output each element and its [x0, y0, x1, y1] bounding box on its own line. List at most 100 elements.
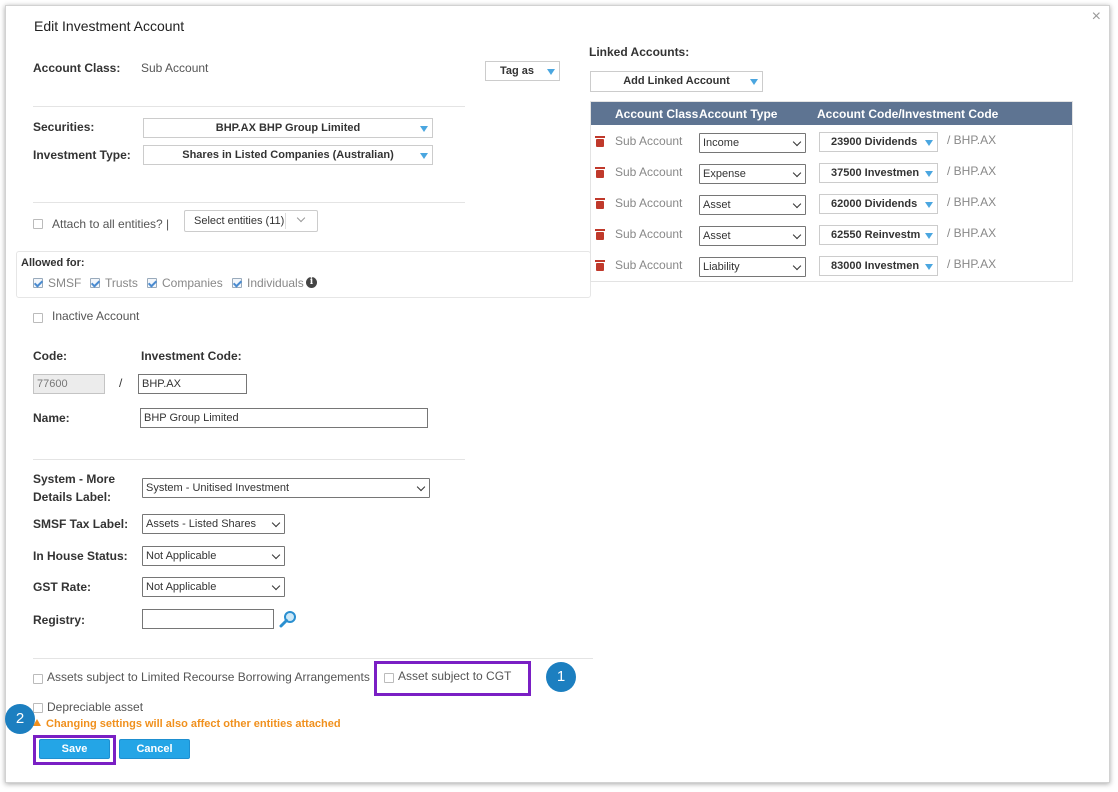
- row-account-code-value: 62550 Reinvestm: [831, 229, 921, 241]
- header-account-class: Account Class: [615, 107, 699, 121]
- smsf-tax-select[interactable]: Assets - Listed Shares: [142, 514, 285, 534]
- investment-code-input[interactable]: BHP.AX: [138, 374, 247, 394]
- row-account-type-select[interactable]: Liability: [699, 257, 806, 277]
- cancel-button[interactable]: Cancel: [119, 739, 190, 759]
- gst-rate-select[interactable]: Not Applicable: [142, 577, 285, 597]
- allowed-trusts-checkbox[interactable]: [90, 278, 100, 288]
- row-account-code-value: 83000 Investmen: [831, 260, 920, 272]
- add-linked-account-dropdown[interactable]: Add Linked Account: [590, 71, 763, 92]
- trash-icon[interactable]: [595, 167, 605, 178]
- trash-icon[interactable]: [595, 229, 605, 240]
- row-account-type-select[interactable]: Asset: [699, 226, 806, 246]
- registry-input[interactable]: [142, 609, 274, 629]
- callout-badge-1: 1: [546, 662, 576, 692]
- inactive-account-label: Inactive Account: [52, 309, 140, 323]
- row-account-type-select[interactable]: Asset: [699, 195, 806, 215]
- chevron-down-icon: [271, 550, 281, 560]
- attach-all-checkbox[interactable]: [33, 219, 43, 229]
- row-account-code-value: 23900 Dividends: [831, 136, 918, 148]
- in-house-status-label: In House Status:: [33, 549, 128, 563]
- row-account-code-dropdown[interactable]: 37500 Investmen: [819, 163, 938, 183]
- account-class-value: Sub Account: [141, 61, 209, 75]
- row-account-class: Sub Account: [615, 227, 683, 241]
- row-account-class: Sub Account: [615, 134, 683, 148]
- chevron-down-icon: [271, 581, 281, 591]
- chevron-down-icon: [296, 213, 306, 223]
- table-row: Sub Account Asset 62550 Reinvestm / BHP.…: [591, 220, 1072, 250]
- allowed-individuals-checkbox[interactable]: [232, 278, 242, 288]
- select-entities-label: Select entities (11): [194, 215, 285, 227]
- row-account-code-dropdown[interactable]: 23900 Dividends: [819, 132, 938, 152]
- row-investment-code: / BHP.AX: [947, 133, 997, 147]
- chevron-down-icon: [792, 137, 802, 147]
- code-separator: /: [119, 376, 123, 390]
- investment-type-dropdown[interactable]: Shares in Listed Companies (Australian): [143, 145, 433, 165]
- allowed-for-label: Allowed for:: [21, 257, 85, 269]
- allowed-smsf-checkbox[interactable]: [33, 278, 43, 288]
- row-account-type-value: Asset: [703, 199, 731, 211]
- cgt-checkbox[interactable]: [384, 673, 394, 683]
- row-account-code-value: 62000 Dividends: [831, 198, 918, 210]
- securities-value: BHP.AX BHP Group Limited: [215, 122, 361, 134]
- table-row: Sub Account Income 23900 Dividends / BHP…: [591, 127, 1072, 157]
- system-label-value: System - Unitised Investment: [146, 482, 290, 494]
- row-account-type-select[interactable]: Expense: [699, 164, 806, 184]
- chevron-down-icon: [750, 79, 758, 85]
- lrba-label: Assets subject to Limited Recourse Borro…: [47, 670, 370, 684]
- trash-icon[interactable]: [595, 198, 605, 209]
- row-account-type-value: Expense: [703, 168, 746, 180]
- trash-icon[interactable]: [595, 136, 605, 147]
- search-icon[interactable]: [279, 610, 297, 628]
- select-entities-button[interactable]: Select entities (11): [184, 210, 318, 232]
- linked-accounts-table: Account Class Account Type Account Code/…: [590, 101, 1073, 282]
- gst-rate-label: GST Rate:: [33, 580, 92, 594]
- name-label: Name:: [33, 411, 70, 425]
- row-account-code-dropdown[interactable]: 62000 Dividends: [819, 194, 938, 214]
- row-account-type-select[interactable]: Income: [699, 133, 806, 153]
- chevron-down-icon: [420, 153, 428, 159]
- row-account-code-dropdown[interactable]: 62550 Reinvestm: [819, 225, 938, 245]
- chevron-down-icon: [925, 264, 933, 270]
- in-house-status-select[interactable]: Not Applicable: [142, 546, 285, 566]
- separator: |: [166, 217, 170, 231]
- table-row: Sub Account Asset 62000 Dividends / BHP.…: [591, 189, 1072, 219]
- inactive-account-checkbox[interactable]: [33, 313, 43, 323]
- name-input[interactable]: BHP Group Limited: [140, 408, 428, 428]
- header-account-code: Account Code/Investment Code: [817, 107, 999, 121]
- add-linked-account-label: Add Linked Account: [623, 75, 730, 87]
- system-label-line1: System - More: [33, 472, 116, 486]
- chevron-down-icon: [792, 168, 802, 178]
- allowed-companies-checkbox[interactable]: [147, 278, 157, 288]
- row-account-code-dropdown[interactable]: 83000 Investmen: [819, 256, 938, 276]
- row-account-code-value: 37500 Investmen: [831, 167, 920, 179]
- trash-icon[interactable]: [595, 260, 605, 271]
- smsf-tax-label: SMSF Tax Label:: [33, 517, 129, 531]
- chevron-down-icon: [792, 261, 802, 271]
- investment-type-value: Shares in Listed Companies (Australian): [182, 149, 394, 161]
- depreciable-checkbox[interactable]: [33, 703, 43, 713]
- row-investment-code: / BHP.AX: [947, 226, 997, 240]
- chevron-down-icon: [416, 482, 426, 492]
- row-account-class: Sub Account: [615, 196, 683, 210]
- tag-as-label: Tag as: [500, 65, 535, 77]
- table-row: Sub Account Liability 83000 Investmen / …: [591, 251, 1072, 281]
- row-account-class: Sub Account: [615, 165, 683, 179]
- save-button[interactable]: Save: [39, 739, 110, 759]
- securities-dropdown[interactable]: BHP.AX BHP Group Limited: [143, 118, 433, 138]
- code-label: Code:: [33, 349, 67, 363]
- code-input: 77600: [33, 374, 105, 394]
- securities-label: Securities:: [33, 120, 95, 134]
- chevron-down-icon: [792, 199, 802, 209]
- lrba-checkbox[interactable]: [33, 674, 43, 684]
- investment-type-label: Investment Type:: [33, 148, 131, 162]
- system-label-select[interactable]: System - Unitised Investment: [142, 478, 430, 498]
- table-row: Sub Account Expense 37500 Investmen / BH…: [591, 158, 1072, 188]
- divider: [33, 658, 593, 659]
- edit-investment-account-dialog: Edit Investment Account × Account Class:…: [5, 5, 1110, 783]
- tag-as-dropdown[interactable]: Tag as: [485, 61, 560, 81]
- close-icon[interactable]: ×: [1092, 8, 1101, 26]
- allowed-individuals-label: Individuals: [247, 276, 304, 290]
- system-label-line2: Details Label:: [33, 490, 112, 504]
- info-icon[interactable]: i: [306, 277, 317, 288]
- allowed-companies-label: Companies: [162, 276, 223, 290]
